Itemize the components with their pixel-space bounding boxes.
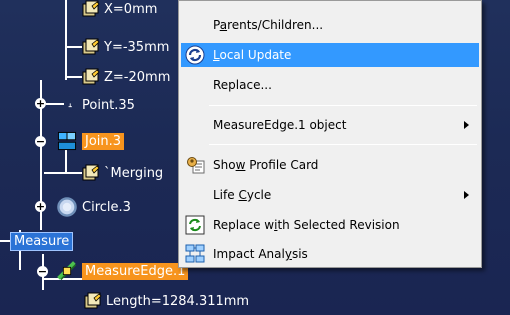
menu-item-replace-with-revision[interactable]: Replace with Selected Revision (181, 213, 479, 237)
menu-item-label: Replace with Selected Revision (213, 218, 400, 232)
menu-item-life-cycle[interactable]: Life Cycle (181, 183, 479, 207)
expand-icon[interactable]: + (35, 98, 46, 109)
parameter-icon (84, 292, 102, 309)
tree-node-label: Measure (10, 231, 74, 251)
menu-item-object-submenu[interactable]: MeasureEdge.1 object (181, 113, 479, 137)
tree-node-point[interactable]: Point.35 (68, 94, 135, 116)
menu-separator (209, 144, 477, 145)
parameter-icon (82, 68, 100, 85)
expand-icon[interactable]: + (35, 201, 46, 212)
tree-node-label: Length=1284.311mm (106, 293, 250, 309)
menu-item-parents-children[interactable]: Parents/Children... (181, 13, 479, 37)
collapse-icon[interactable]: − (37, 266, 48, 277)
tree-node-label: MeasureEdge.1 (82, 262, 189, 280)
tree-node-label: Point.35 (82, 97, 135, 113)
tree-node-measure[interactable]: Measure (10, 230, 74, 252)
join-icon (57, 131, 77, 151)
submenu-arrow-icon (464, 191, 469, 199)
menu-item-label: Show Profile Card (213, 158, 319, 172)
parameter-icon (82, 164, 100, 181)
tree-node-length[interactable]: Length=1284.311mm (84, 290, 249, 312)
menu-item-local-update[interactable]: Local Update (181, 43, 479, 67)
tree-node-x[interactable]: X=0mm (82, 0, 157, 20)
tree-node-label: `Merging (104, 165, 164, 181)
tree-node-circle[interactable]: Circle.3 (56, 196, 131, 218)
tree-node-label: Y=-35mm (104, 39, 170, 55)
menu-item-impact-analysis[interactable]: Impact Analysis (181, 242, 479, 266)
tree-node-y[interactable]: Y=-35mm (82, 36, 169, 58)
tree-node-merging[interactable]: `Merging (82, 162, 163, 184)
profile-card-icon (187, 157, 205, 174)
tree-node-label: X=0mm (104, 1, 158, 17)
update-icon (185, 45, 205, 65)
tree-node-label: Join.3 (82, 132, 125, 150)
parameter-icon (82, 38, 100, 55)
collapse-icon[interactable]: − (35, 136, 46, 147)
point-icon (68, 103, 72, 108)
menu-item-label: Replace... (213, 78, 272, 92)
measure-edge-icon (57, 261, 77, 281)
parameter-icon (82, 0, 100, 17)
menu-item-label: Impact Analysis (213, 247, 308, 261)
menu-separator (209, 105, 477, 106)
tree-node-join[interactable]: Join.3 (56, 130, 125, 152)
impact-analysis-icon (185, 244, 205, 263)
tree-node-label: Z=-20mm (104, 69, 171, 85)
tree-node-z[interactable]: Z=-20mm (82, 66, 170, 88)
menu-item-show-profile-card[interactable]: Show Profile Card (181, 153, 479, 177)
menu-item-label: Life Cycle (213, 188, 272, 202)
circle-icon (57, 197, 77, 217)
menu-item-label: MeasureEdge.1 object (213, 118, 347, 132)
replace-revision-icon (185, 215, 205, 235)
submenu-arrow-icon (464, 121, 469, 129)
tree-node-label: Circle.3 (82, 199, 131, 215)
menu-item-label: Parents/Children... (213, 18, 324, 32)
menu-item-replace[interactable]: Replace... (181, 73, 479, 97)
context-menu: Parents/Children... Local Update Replace… (178, 0, 482, 268)
tree-node-measure-edge[interactable]: MeasureEdge.1 (56, 260, 189, 282)
menu-item-label: Local Update (213, 48, 292, 62)
